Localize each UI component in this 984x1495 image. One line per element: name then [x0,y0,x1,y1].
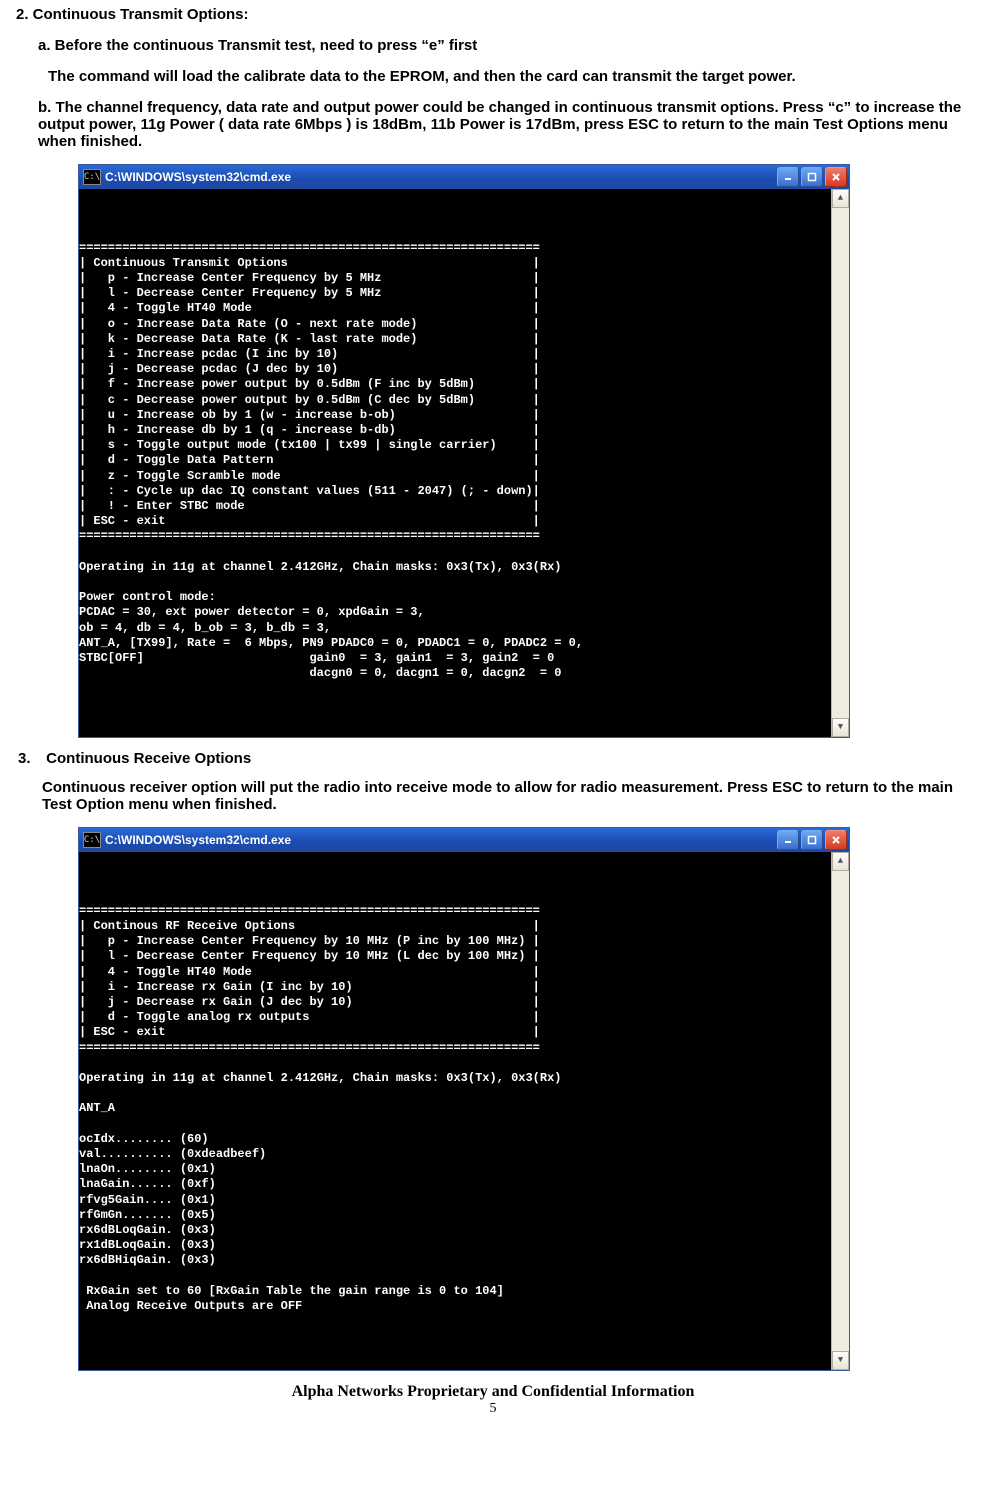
scrollbar[interactable]: ▲ ▼ [831,189,849,737]
titlebar: C:\ C:\WINDOWS\system32\cmd.exe [79,828,849,852]
maximize-button[interactable] [801,167,823,187]
window-title: C:\WINDOWS\system32\cmd.exe [105,833,291,847]
scrollbar[interactable]: ▲ ▼ [831,852,849,1370]
minimize-button[interactable] [777,830,799,850]
cmd-icon: C:\ [83,169,101,185]
section-2-heading: 2. Continuous Transmit Options: [16,6,976,23]
minimize-button[interactable] [777,167,799,187]
section-3-index: 3. [18,750,42,767]
close-button[interactable] [825,830,847,850]
sub-b-heading: b. The channel frequency, data rate and … [38,99,976,150]
section-3-title: Continuous Receive Options [46,750,251,767]
scroll-down-button[interactable]: ▼ [832,1351,849,1370]
scroll-up-button[interactable]: ▲ [832,852,849,871]
cmd-window-receive: C:\ C:\WINDOWS\system32\cmd.exe ========… [78,827,850,1371]
minimize-icon [783,835,793,845]
note-a: The command will load the calibrate data… [48,68,976,85]
close-button[interactable] [825,167,847,187]
page-number: 5 [10,1401,976,1417]
cmd-window-transmit: C:\ C:\WINDOWS\system32\cmd.exe ========… [78,164,850,738]
scroll-up-button[interactable]: ▲ [832,189,849,208]
titlebar: C:\ C:\WINDOWS\system32\cmd.exe [79,165,849,189]
footer-text: Alpha Networks Proprietary and Confident… [10,1383,976,1401]
scroll-track[interactable] [832,871,849,1351]
scroll-down-button[interactable]: ▼ [832,718,849,737]
close-icon [831,172,841,182]
window-title: C:\WINDOWS\system32\cmd.exe [105,170,291,184]
section-3-body: Continuous receiver option will put the … [42,779,976,813]
section-3-heading: 3. Continuous Receive Options [18,750,976,767]
console-transmit-text: ========================================… [79,219,849,691]
cmd-icon: C:\ [83,832,101,848]
console-receive-text: ========================================… [79,883,849,1325]
maximize-button[interactable] [801,830,823,850]
console-transmit: ========================================… [79,189,849,737]
sub-a-heading: a. Before the continuous Transmit test, … [38,37,976,54]
maximize-icon [807,172,817,182]
console-receive: ========================================… [79,852,849,1370]
minimize-icon [783,172,793,182]
close-icon [831,835,841,845]
scroll-track[interactable] [832,208,849,718]
maximize-icon [807,835,817,845]
